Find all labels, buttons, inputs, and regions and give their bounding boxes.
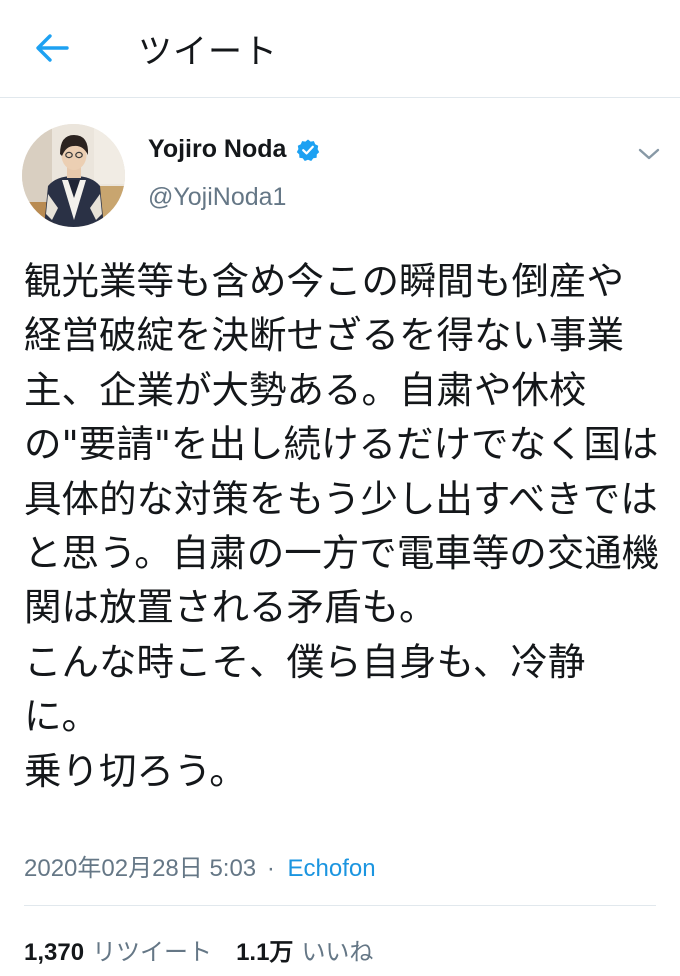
tweet-options-button[interactable] [632,140,666,168]
retweet-count-label: リツイート [92,938,213,966]
like-count[interactable]: 1.1万 いいね [236,932,373,967]
page-title: ツイート [138,32,278,72]
retweet-count[interactable]: 1,370 リツイート [24,932,212,967]
like-count-number: 1.1万 [236,939,294,966]
chevron-down-icon [638,148,660,160]
header: ツイート [0,0,680,98]
tweet-source-link[interactable]: Echofon [288,855,376,882]
meta-separator: · [266,855,275,882]
author-handle[interactable]: @YojiNoda1 [148,183,286,212]
back-arrow-icon [36,34,69,62]
author-name-text: Yojiro Noda [148,135,287,163]
author-name[interactable]: Yojiro Noda [148,135,320,164]
retweet-count-number: 1,370 [24,939,85,966]
tweet-meta: 2020年02月28日 5:03 · Echofon [24,848,376,883]
avatar[interactable] [22,124,125,227]
tweet-timestamp[interactable]: 2020年02月28日 5:03 [24,855,256,882]
verified-badge-icon [297,139,320,161]
tweet-text: 観光業等も含め今この瞬間も倒産や経営破綻を決断せざるを得ない事業主、企業が大勢あ… [24,259,660,793]
divider [24,905,656,906]
back-button[interactable] [30,28,74,68]
tweet-stats: 1,370 リツイート 1.1万 いいね [24,932,397,967]
like-count-label: いいね [301,938,374,966]
profile-photo [22,124,125,227]
